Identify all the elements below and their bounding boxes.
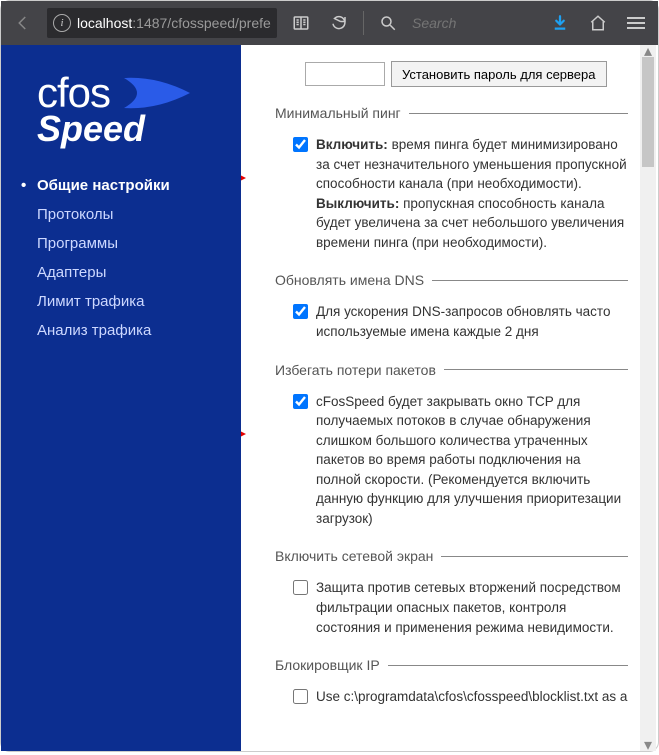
scroll-thumb[interactable] xyxy=(642,57,654,167)
menu-button[interactable] xyxy=(618,5,654,41)
scroll-down-icon[interactable]: ▾ xyxy=(640,739,656,751)
toolbar-divider xyxy=(363,11,364,35)
legend-firewall: Включить сетевой экран xyxy=(275,548,441,564)
sidebar-item-adapters[interactable]: Адаптеры xyxy=(1,260,241,289)
logo-swoosh-icon xyxy=(122,76,192,110)
legend-min-ping: Минимальный пинг xyxy=(275,105,409,121)
packet-loss-text: cFosSpeed будет закрывать окно TCP для п… xyxy=(316,392,628,529)
ip-blocker-text: Use c:\programdata\cfos\cfosspeed\blockl… xyxy=(316,687,628,707)
sidebar-item-traffic-limit[interactable]: Лимит трафика xyxy=(1,289,241,318)
section-dns: Обновлять имена DNS Для ускорения DNS-за… xyxy=(275,272,628,345)
section-firewall: Включить сетевой экран Защита против сет… xyxy=(275,548,628,641)
sidebar-item-programs[interactable]: Программы xyxy=(1,231,241,260)
section-min-ping: Минимальный пинг Включить: время пинга б… xyxy=(275,105,628,256)
url-bar[interactable]: i localhost:1487/cfosspeed/prefe xyxy=(47,8,277,38)
sidebar-item-protocols[interactable]: Протоколы xyxy=(1,202,241,231)
home-button[interactable] xyxy=(580,5,616,41)
checkbox-firewall[interactable] xyxy=(293,580,308,595)
checkbox-ip-blocker[interactable] xyxy=(293,689,308,704)
sidebar-item-general[interactable]: Общие настройки xyxy=(1,173,241,202)
url-path: :1487/cfosspeed/prefe xyxy=(132,15,271,31)
url-host: localhost xyxy=(77,15,132,31)
section-packet-loss: Избегать потери пакетов cFosSpeed будет … xyxy=(275,362,628,533)
reload-button[interactable] xyxy=(321,5,357,41)
logo-text-2: Speed xyxy=(37,111,223,147)
firewall-text: Защита против сетевых вторжений посредст… xyxy=(316,578,628,637)
logo: cfos Speed xyxy=(1,69,241,157)
password-row: Установить пароль для сервера xyxy=(305,61,628,87)
sidebar: cfos Speed Общие настройки Протоколы Про… xyxy=(1,45,241,751)
legend-ip-blocker: Блокировщик IP xyxy=(275,657,388,673)
legend-packet-loss: Избегать потери пакетов xyxy=(275,362,444,378)
content-area: Установить пароль для сервера Минимальны… xyxy=(241,45,658,751)
checkbox-min-ping[interactable] xyxy=(293,137,308,152)
search-icon[interactable] xyxy=(370,5,406,41)
hamburger-icon xyxy=(627,14,645,32)
sidebar-item-traffic-analysis[interactable]: Анализ трафика xyxy=(1,318,241,347)
sidebar-nav: Общие настройки Протоколы Программы Адап… xyxy=(1,157,241,347)
checkbox-packet-loss[interactable] xyxy=(293,394,308,409)
search-box[interactable] xyxy=(412,8,536,38)
dns-text: Для ускорения DNS-запросов обновлять час… xyxy=(316,302,628,341)
workspace: cfos Speed Общие настройки Протоколы Про… xyxy=(1,45,658,751)
min-ping-disable-label: Выключить: xyxy=(316,196,399,211)
set-password-button[interactable]: Установить пароль для сервера xyxy=(391,61,607,87)
site-info-icon[interactable]: i xyxy=(53,14,71,32)
reader-mode-button[interactable] xyxy=(283,5,319,41)
legend-dns: Обновлять имена DNS xyxy=(275,272,432,288)
section-ip-blocker: Блокировщик IP Use c:\programdata\cfos\c… xyxy=(275,657,628,711)
min-ping-enable-label: Включить: xyxy=(316,137,388,152)
checkbox-dns[interactable] xyxy=(293,304,308,319)
downloads-button[interactable] xyxy=(542,5,578,41)
annotation-arrow-2 xyxy=(241,421,248,447)
back-button[interactable] xyxy=(5,5,41,41)
annotation-arrow-1 xyxy=(241,165,248,191)
vertical-scrollbar[interactable]: ▴ ▾ xyxy=(640,45,656,751)
password-input[interactable] xyxy=(305,62,385,86)
browser-toolbar: i localhost:1487/cfosspeed/prefe xyxy=(1,1,658,45)
scroll-up-icon[interactable]: ▴ xyxy=(640,45,656,57)
